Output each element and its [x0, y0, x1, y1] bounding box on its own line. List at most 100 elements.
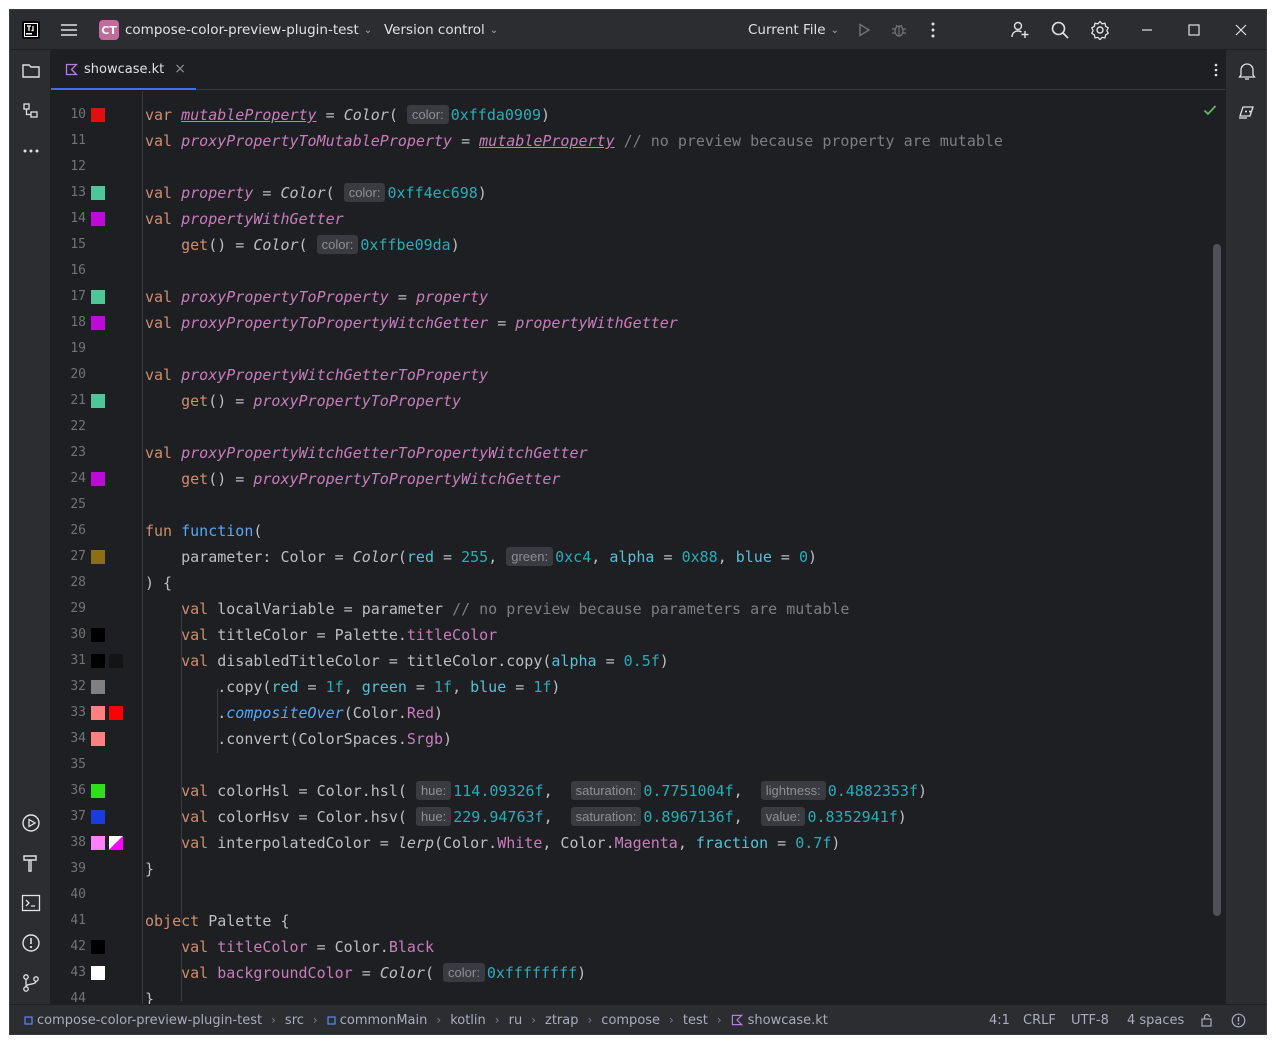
project-folder-icon[interactable]	[18, 58, 44, 84]
code-line[interactable]: 13 val property = Color( color: 0xff4ec698…	[51, 180, 1225, 206]
code-line[interactable]: 31 val disabledTitleColor = titleColor.c…	[51, 648, 1225, 674]
code-line[interactable]: 16	[51, 258, 1225, 284]
build-icon[interactable]	[18, 850, 44, 876]
code-line[interactable]: 23 val proxyPropertyWitchGetterToProperty…	[51, 440, 1225, 466]
color-preview-swatch[interactable]	[91, 394, 105, 408]
color-preview-swatch[interactable]	[109, 654, 123, 668]
code-line[interactable]: 40	[51, 882, 1225, 908]
code-line[interactable]: 37 val colorHsv = Color.hsv( hue: 229.947…	[51, 804, 1225, 830]
version-control-menu[interactable]: Version control ⌄	[384, 10, 498, 50]
color-preview-swatch[interactable]	[91, 212, 105, 226]
code-line[interactable]: 14 val propertyWithGetter	[51, 206, 1225, 232]
caret-position[interactable]: 4:1	[989, 1005, 1010, 1034]
code-text[interactable]: val proxyPropertyToProperty = property	[145, 284, 488, 310]
color-preview-swatch[interactable]	[91, 290, 105, 304]
code-line[interactable]: 17 val proxyPropertyToProperty = property	[51, 284, 1225, 310]
code-text[interactable]: }	[145, 856, 154, 882]
color-preview-swatch[interactable]	[91, 472, 105, 486]
git-icon[interactable]	[18, 970, 44, 996]
code-line[interactable]: 28) {	[51, 570, 1225, 596]
app-icon[interactable]	[20, 10, 42, 50]
code-line[interactable]: 43 val backgroundColor = Color( color: 0x…	[51, 960, 1225, 986]
settings-icon[interactable]	[1090, 10, 1110, 50]
code-line[interactable]: 10 var mutableProperty = Color( color: 0xf…	[51, 102, 1225, 128]
code-text[interactable]: get() = Color( color: 0xffbe09da)	[145, 232, 460, 258]
code-text[interactable]: val colorHsl = Color.hsl( hue: 114.09326f…	[145, 778, 927, 804]
project-selector[interactable]: CT compose-color-preview-plugin-test ⌄	[99, 10, 372, 50]
code-text[interactable]: val localVariable = parameter // no prev…	[145, 596, 849, 622]
code-line[interactable]: 25	[51, 492, 1225, 518]
close-tab-icon[interactable]: ×	[174, 61, 186, 77]
line-separator[interactable]: CRLF	[1023, 1005, 1056, 1034]
breadcrumb-item[interactable]: ru	[509, 1013, 523, 1028]
code-line[interactable]: 34 .convert(ColorSpaces.Srgb)	[51, 726, 1225, 752]
code-line[interactable]: 29 val localVariable = parameter // no p…	[51, 596, 1225, 622]
color-preview-swatch[interactable]	[91, 966, 105, 980]
indent-setting[interactable]: 4 spaces	[1127, 1005, 1184, 1034]
code-text[interactable]: get() = proxyPropertyToPropertyWitchGett…	[145, 466, 560, 492]
terminal-icon[interactable]	[18, 890, 44, 916]
color-preview-swatch[interactable]	[91, 628, 105, 642]
hamburger-menu-icon[interactable]	[60, 10, 78, 50]
code-line[interactable]: 11 val proxyPropertyToMutableProperty = m…	[51, 128, 1225, 154]
code-text[interactable]: .copy(red = 1f, green = 1f, blue = 1f)	[145, 674, 560, 700]
code-editor[interactable]: 10 var mutableProperty = Color( color: 0xf…	[51, 91, 1225, 1004]
code-line[interactable]: 38 val interpolatedColor = lerp(Color.Wh…	[51, 830, 1225, 856]
color-preview-swatch[interactable]	[91, 810, 105, 824]
code-text[interactable]: val proxyPropertyWitchGetterToPropertyWi…	[145, 440, 588, 466]
color-preview-swatch[interactable]	[91, 784, 105, 798]
breadcrumb-item[interactable]: compose	[601, 1013, 660, 1028]
search-icon[interactable]	[1050, 10, 1070, 50]
breadcrumb-item[interactable]: commonMain	[327, 1013, 427, 1028]
color-preview-swatch[interactable]	[109, 706, 123, 720]
code-line[interactable]: 36 val colorHsl = Color.hsl( hue: 114.093…	[51, 778, 1225, 804]
breadcrumb-item[interactable]: kotlin	[450, 1013, 486, 1028]
minimize-icon[interactable]	[1141, 10, 1153, 50]
color-preview-swatch[interactable]	[91, 680, 105, 694]
breadcrumb-item[interactable]: src	[285, 1013, 304, 1028]
run-config-selector[interactable]: Current File ⌄	[748, 10, 839, 50]
code-line[interactable]: 35	[51, 752, 1225, 778]
code-text[interactable]: object Palette {	[145, 908, 290, 934]
color-preview-swatch[interactable]	[91, 836, 105, 850]
problems-icon[interactable]	[18, 930, 44, 956]
structure-icon[interactable]	[18, 98, 44, 124]
code-line[interactable]: 15 get() = Color( color: 0xffbe09da)	[51, 232, 1225, 258]
code-text[interactable]: val property = Color( color: 0xff4ec698)	[145, 180, 487, 206]
close-icon[interactable]	[1235, 10, 1247, 50]
code-line[interactable]: 12	[51, 154, 1225, 180]
more-horizontal-icon[interactable]	[18, 138, 44, 164]
code-text[interactable]: val proxyPropertyToPropertyWitchGetter =…	[145, 310, 678, 336]
code-text[interactable]: .convert(ColorSpaces.Srgb)	[145, 726, 452, 752]
code-text[interactable]: val proxyPropertyToMutableProperty = mut…	[145, 128, 1003, 154]
code-line[interactable]: 22	[51, 414, 1225, 440]
run-tool-icon[interactable]	[18, 810, 44, 836]
color-preview-swatch[interactable]	[91, 550, 105, 564]
code-line[interactable]: 42 val titleColor = Color.Black	[51, 934, 1225, 960]
breadcrumb-item[interactable]: compose-color-preview-plugin-test	[24, 1013, 262, 1028]
breadcrumb-item[interactable]: test	[683, 1013, 708, 1028]
code-text[interactable]: val propertyWithGetter	[145, 206, 344, 232]
code-line[interactable]: 32 .copy(red = 1f, green = 1f, blue = 1f…	[51, 674, 1225, 700]
ai-assistant-icon[interactable]	[1234, 98, 1260, 124]
color-preview-swatch[interactable]	[91, 940, 105, 954]
run-icon[interactable]	[856, 10, 872, 50]
maximize-icon[interactable]	[1188, 10, 1200, 50]
code-text[interactable]: .compositeOver(Color.Red)	[145, 700, 443, 726]
code-line[interactable]: 33 .compositeOver(Color.Red)	[51, 700, 1225, 726]
breadcrumb-item[interactable]: ztrap	[545, 1013, 578, 1028]
code-text[interactable]: val titleColor = Color.Black	[145, 934, 434, 960]
code-line[interactable]: 18 val proxyPropertyToPropertyWitchGetter…	[51, 310, 1225, 336]
code-line[interactable]: 24 get() = proxyPropertyToPropertyWitchG…	[51, 466, 1225, 492]
lock-icon[interactable]	[1200, 1005, 1214, 1034]
code-text[interactable]: get() = proxyPropertyToProperty	[145, 388, 461, 414]
code-text[interactable]: parameter: Color = Color(red = 255, gree…	[145, 544, 817, 570]
code-text[interactable]: val disabledTitleColor = titleColor.copy…	[145, 648, 669, 674]
code-line[interactable]: 21 get() = proxyPropertyToProperty	[51, 388, 1225, 414]
file-encoding[interactable]: UTF-8	[1071, 1005, 1109, 1034]
code-text[interactable]: ) {	[145, 570, 172, 596]
code-line[interactable]: 39}	[51, 856, 1225, 882]
color-preview-swatch[interactable]	[91, 186, 105, 200]
breadcrumb-item[interactable]: showcase.kt	[731, 1013, 828, 1028]
tab-showcase-kt[interactable]: showcase.kt ×	[51, 50, 196, 90]
